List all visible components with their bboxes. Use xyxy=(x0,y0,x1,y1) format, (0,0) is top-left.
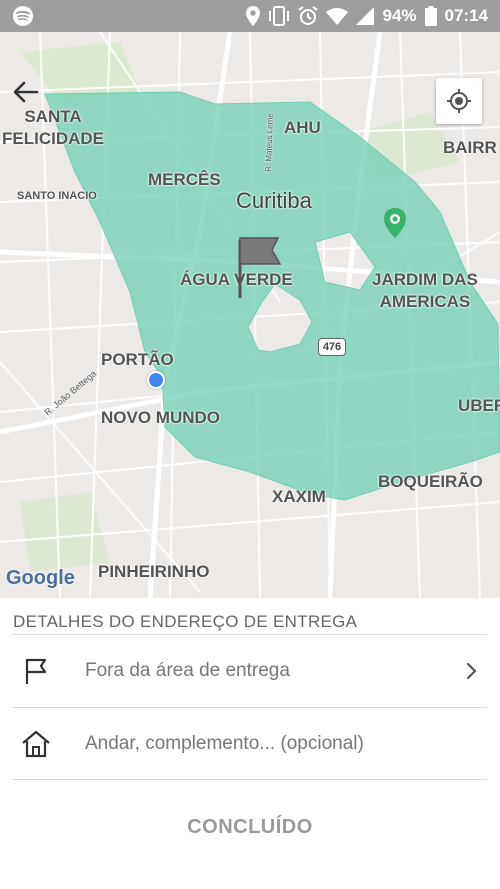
chevron-right-icon xyxy=(457,662,487,680)
flag-icon xyxy=(13,657,59,685)
delivery-flag-marker-icon[interactable] xyxy=(234,236,286,305)
current-location-dot xyxy=(147,371,165,389)
battery-percent: 94% xyxy=(382,6,417,25)
map-label-bairro: BAIRR xyxy=(443,138,497,157)
spotify-icon xyxy=(12,5,34,27)
done-button[interactable]: CONCLUÍDO xyxy=(0,816,500,839)
map-label-uber: UBER xyxy=(458,396,500,415)
complement-input[interactable]: Andar, complemento... (opcional) xyxy=(85,733,487,755)
crosshair-icon xyxy=(447,89,471,113)
google-logo: Google xyxy=(6,567,75,589)
wifi-icon xyxy=(326,8,349,25)
divider xyxy=(13,707,487,708)
map-view[interactable]: SANTA FELICIDADE AHU BAIRR SANTO INACIO … xyxy=(0,32,500,598)
clock: 07:14 xyxy=(444,6,488,25)
alarm-icon xyxy=(298,6,319,25)
address-details-panel: DETALHES DO ENDEREÇO DE ENTREGA Fora da … xyxy=(0,598,500,889)
address-row[interactable]: Fora da área de entrega xyxy=(13,636,487,706)
my-location-button[interactable] xyxy=(436,78,482,124)
home-icon xyxy=(13,730,59,758)
map-label-ahu: AHU xyxy=(284,118,321,137)
signal-icon xyxy=(356,7,375,25)
section-title: DETALHES DO ENDEREÇO DE ENTREGA xyxy=(13,612,358,631)
park-pin-icon xyxy=(384,208,406,243)
vibrate-icon xyxy=(269,6,290,26)
map-label-santa-felicidade: SANTA FELICIDADE xyxy=(2,107,104,148)
map-label-santo-inacio: SANTO INACIO xyxy=(17,190,97,202)
back-arrow-icon[interactable] xyxy=(8,74,44,110)
map-label-novo-mundo: NOVO MUNDO xyxy=(101,408,220,427)
complement-field[interactable]: Andar, complemento... (opcional) xyxy=(13,709,487,779)
map-label-boqueirao: BOQUEIRÃO xyxy=(378,472,483,491)
map-label-curitiba: Curitiba xyxy=(236,188,312,213)
map-label-jardim-das-americas: JARDIM DAS AMERICAS xyxy=(372,270,478,311)
location-icon xyxy=(246,6,261,26)
map-label-merces: MERCÊS xyxy=(148,170,221,189)
battery-icon xyxy=(424,6,437,26)
map-label-xaxim: XAXIM xyxy=(272,487,326,506)
divider xyxy=(13,779,487,780)
map-label-pinheirinho: PINHEIRINHO xyxy=(98,562,210,581)
address-status-text: Fora da área de entrega xyxy=(85,660,290,681)
map-label-portao: PORTÃO xyxy=(101,350,174,369)
road-shield-476: 476 xyxy=(318,338,346,356)
status-bar: 94% 07:14 xyxy=(0,0,500,32)
divider xyxy=(13,634,487,635)
